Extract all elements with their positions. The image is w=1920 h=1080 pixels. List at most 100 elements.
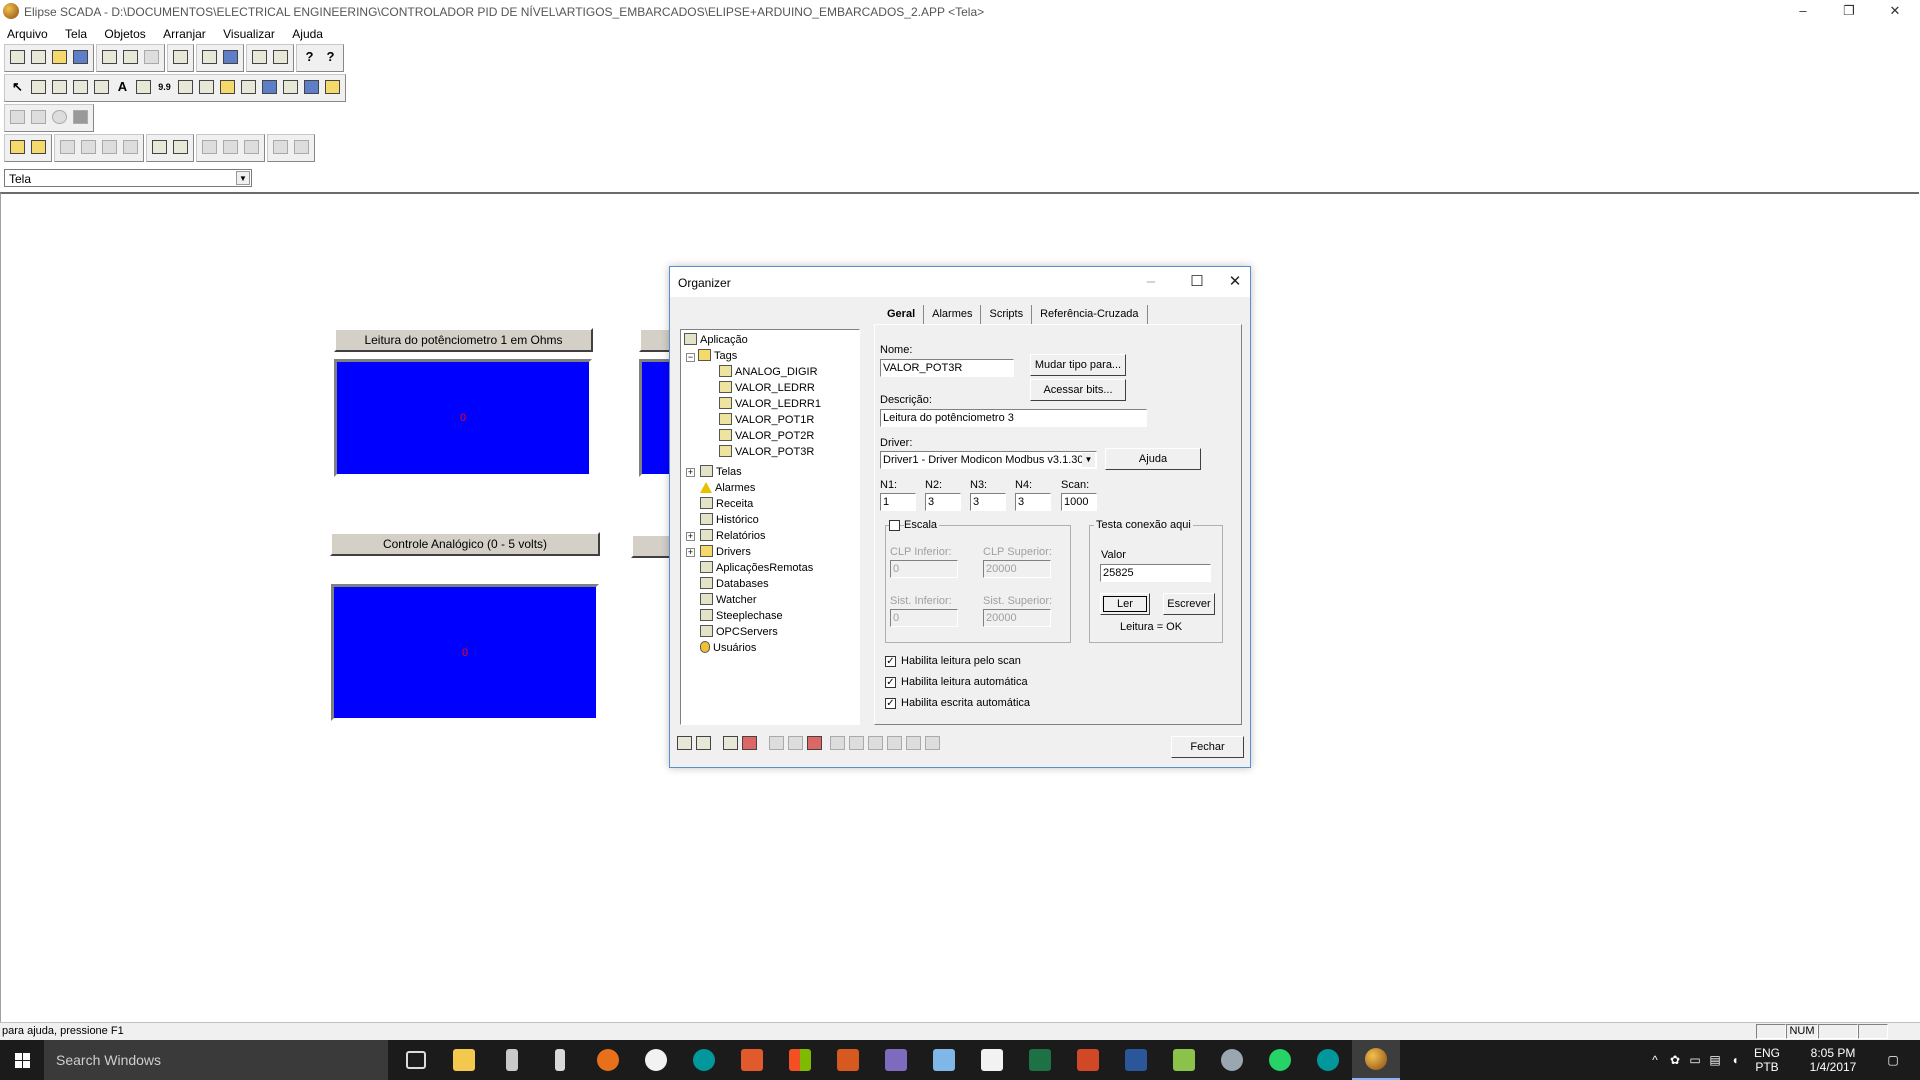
n4-input[interactable]: 3 (1015, 493, 1051, 511)
select-pointer-icon[interactable]: ↖ (7, 76, 28, 98)
clp-inferior-input[interactable]: 0 (890, 560, 958, 578)
table-icon[interactable] (721, 733, 740, 753)
habilita-leitura-scan-checkbox[interactable]: ✓ (885, 656, 896, 667)
draw-ellipse-icon[interactable] (49, 106, 70, 128)
tree-item-usuarios[interactable]: Usuários (700, 640, 756, 656)
close-button[interactable]: ✕ (1872, 0, 1918, 24)
browser-tool-icon[interactable] (238, 76, 259, 98)
paste-icon[interactable] (141, 46, 162, 68)
tab-referencia-cruzada[interactable]: Referência-Cruzada (1032, 305, 1148, 325)
start-button[interactable] (0, 1040, 44, 1080)
itunes-icon[interactable] (632, 1040, 680, 1080)
acessar-bits-button[interactable]: Acessar bits... (1030, 379, 1126, 401)
space-horizontal-icon[interactable] (199, 136, 220, 158)
else-icon[interactable] (866, 733, 885, 753)
tree-item-steeplechase[interactable]: Steeplechase (700, 608, 783, 624)
tree-item-tag[interactable]: ANALOG_DIGIR (719, 364, 818, 380)
tree-item-alarmes[interactable]: Alarmes (700, 480, 755, 496)
scroll-tool-icon[interactable] (322, 76, 343, 98)
bargraph-tool-icon[interactable] (133, 76, 154, 98)
tree-item-databases[interactable]: Databases (700, 576, 769, 592)
while-wend-icon[interactable] (904, 733, 923, 753)
tree-item-tag[interactable]: VALOR_POT1R (719, 412, 814, 428)
display-controle-analogico[interactable]: 0 (331, 584, 599, 721)
notes-icon[interactable] (920, 1040, 968, 1080)
setpoint-tool-icon[interactable] (175, 76, 196, 98)
habilita-escrita-automatica-checkbox[interactable]: ✓ (885, 698, 896, 709)
organizer-icon[interactable] (170, 46, 191, 68)
tray-app-icon[interactable]: ✿ (1666, 1040, 1684, 1080)
sist-superior-input[interactable]: 20000 (983, 609, 1051, 627)
tree-item-telas[interactable]: Telas (700, 464, 742, 480)
for-next-icon[interactable] (885, 733, 904, 753)
send-back-icon[interactable] (28, 136, 49, 158)
repeat-until-icon[interactable] (923, 733, 942, 753)
cut-icon[interactable] (99, 46, 120, 68)
tree-item-tags[interactable]: Tags (698, 348, 737, 364)
elipse-scada-taskbar-icon[interactable] (1352, 1040, 1400, 1080)
n3-input[interactable]: 3 (970, 493, 1006, 511)
tab-alarmes[interactable]: Alarmes (924, 305, 982, 325)
control-panel-icon[interactable] (1208, 1040, 1256, 1080)
minimize-button[interactable]: – (1780, 0, 1826, 24)
eraser-icon[interactable] (675, 733, 694, 753)
firefox-icon[interactable] (584, 1040, 632, 1080)
tree-item-relatorios[interactable]: Relatórios (700, 528, 766, 544)
context-help-icon[interactable]: ? (320, 46, 341, 68)
tree-item-aplicacoes-remotas[interactable]: AplicaçõesRemotas (700, 560, 813, 576)
delete-table-icon[interactable] (740, 733, 759, 753)
display-potenciometro-1[interactable]: 0 (334, 359, 592, 477)
script-delete-icon[interactable] (805, 733, 824, 753)
tab-scripts[interactable]: Scripts (981, 305, 1033, 325)
arduino-icon[interactable] (1304, 1040, 1352, 1080)
align-top-icon[interactable] (99, 136, 120, 158)
align-right-icon[interactable] (78, 136, 99, 158)
tree-item-opcservers[interactable]: OPCServers (700, 624, 778, 640)
word-icon[interactable] (1112, 1040, 1160, 1080)
draw-rectangle-icon[interactable] (70, 106, 91, 128)
new-screen-icon[interactable] (28, 46, 49, 68)
group-icon[interactable] (149, 136, 170, 158)
copy-icon[interactable] (120, 46, 141, 68)
n1-input[interactable]: 1 (880, 493, 916, 511)
tree-item-tag[interactable]: VALOR_LEDRR1 (719, 396, 821, 412)
open-icon[interactable] (49, 46, 70, 68)
run-icon[interactable] (270, 46, 291, 68)
language-indicator[interactable]: ENG PTB (1752, 1046, 1782, 1076)
visual-studio-icon[interactable] (872, 1040, 920, 1080)
store-icon[interactable] (776, 1040, 824, 1080)
ler-button[interactable]: Ler (1100, 593, 1150, 615)
same-height-icon[interactable] (291, 136, 312, 158)
alarm-tool-icon[interactable] (217, 76, 238, 98)
escala-checkbox[interactable] (889, 520, 900, 531)
align-left-icon[interactable] (57, 136, 78, 158)
driver-select[interactable]: Driver1 - Driver Modicon Modbus v3.1.30 (880, 451, 1097, 469)
draw-text-icon[interactable] (28, 106, 49, 128)
trend-tool-icon[interactable] (49, 76, 70, 98)
collapse-icon[interactable]: − (686, 353, 695, 362)
script-icon[interactable] (767, 733, 786, 753)
slider-tool-icon[interactable] (28, 76, 49, 98)
phone-icon[interactable] (536, 1040, 584, 1080)
habilita-leitura-automatica-checkbox[interactable]: ✓ (885, 677, 896, 688)
menu-arranjar[interactable]: Arranjar (156, 24, 213, 44)
tree-item-tag[interactable]: VALOR_LEDRR (719, 380, 815, 396)
tree-item-receita[interactable]: Receita (700, 496, 753, 512)
action-center-icon[interactable]: ▢ (1878, 1040, 1908, 1080)
file-explorer-icon[interactable] (440, 1040, 488, 1080)
label-potenciometro-1[interactable]: Leitura do potênciometro 1 em Ohms (334, 328, 593, 352)
menu-tela[interactable]: Tela (58, 24, 94, 44)
properties-icon[interactable] (199, 46, 220, 68)
calculator-icon[interactable] (488, 1040, 536, 1080)
tree-item-tag-selected[interactable]: VALOR_POT3R (719, 444, 814, 460)
menu-arquivo[interactable]: Arquivo (0, 24, 55, 44)
script-edit-icon[interactable] (786, 733, 805, 753)
center-icon[interactable] (241, 136, 262, 158)
same-width-icon[interactable] (270, 136, 291, 158)
menu-visualizar[interactable]: Visualizar (216, 24, 282, 44)
organizer-tree[interactable]: Aplicação − Tags ANALOG_DIGIR VALOR_LEDR… (680, 329, 860, 725)
valor-input[interactable]: 25825 (1100, 564, 1211, 582)
app-icon[interactable] (728, 1040, 776, 1080)
n2-input[interactable]: 3 (925, 493, 961, 511)
whatsapp-icon[interactable] (1256, 1040, 1304, 1080)
